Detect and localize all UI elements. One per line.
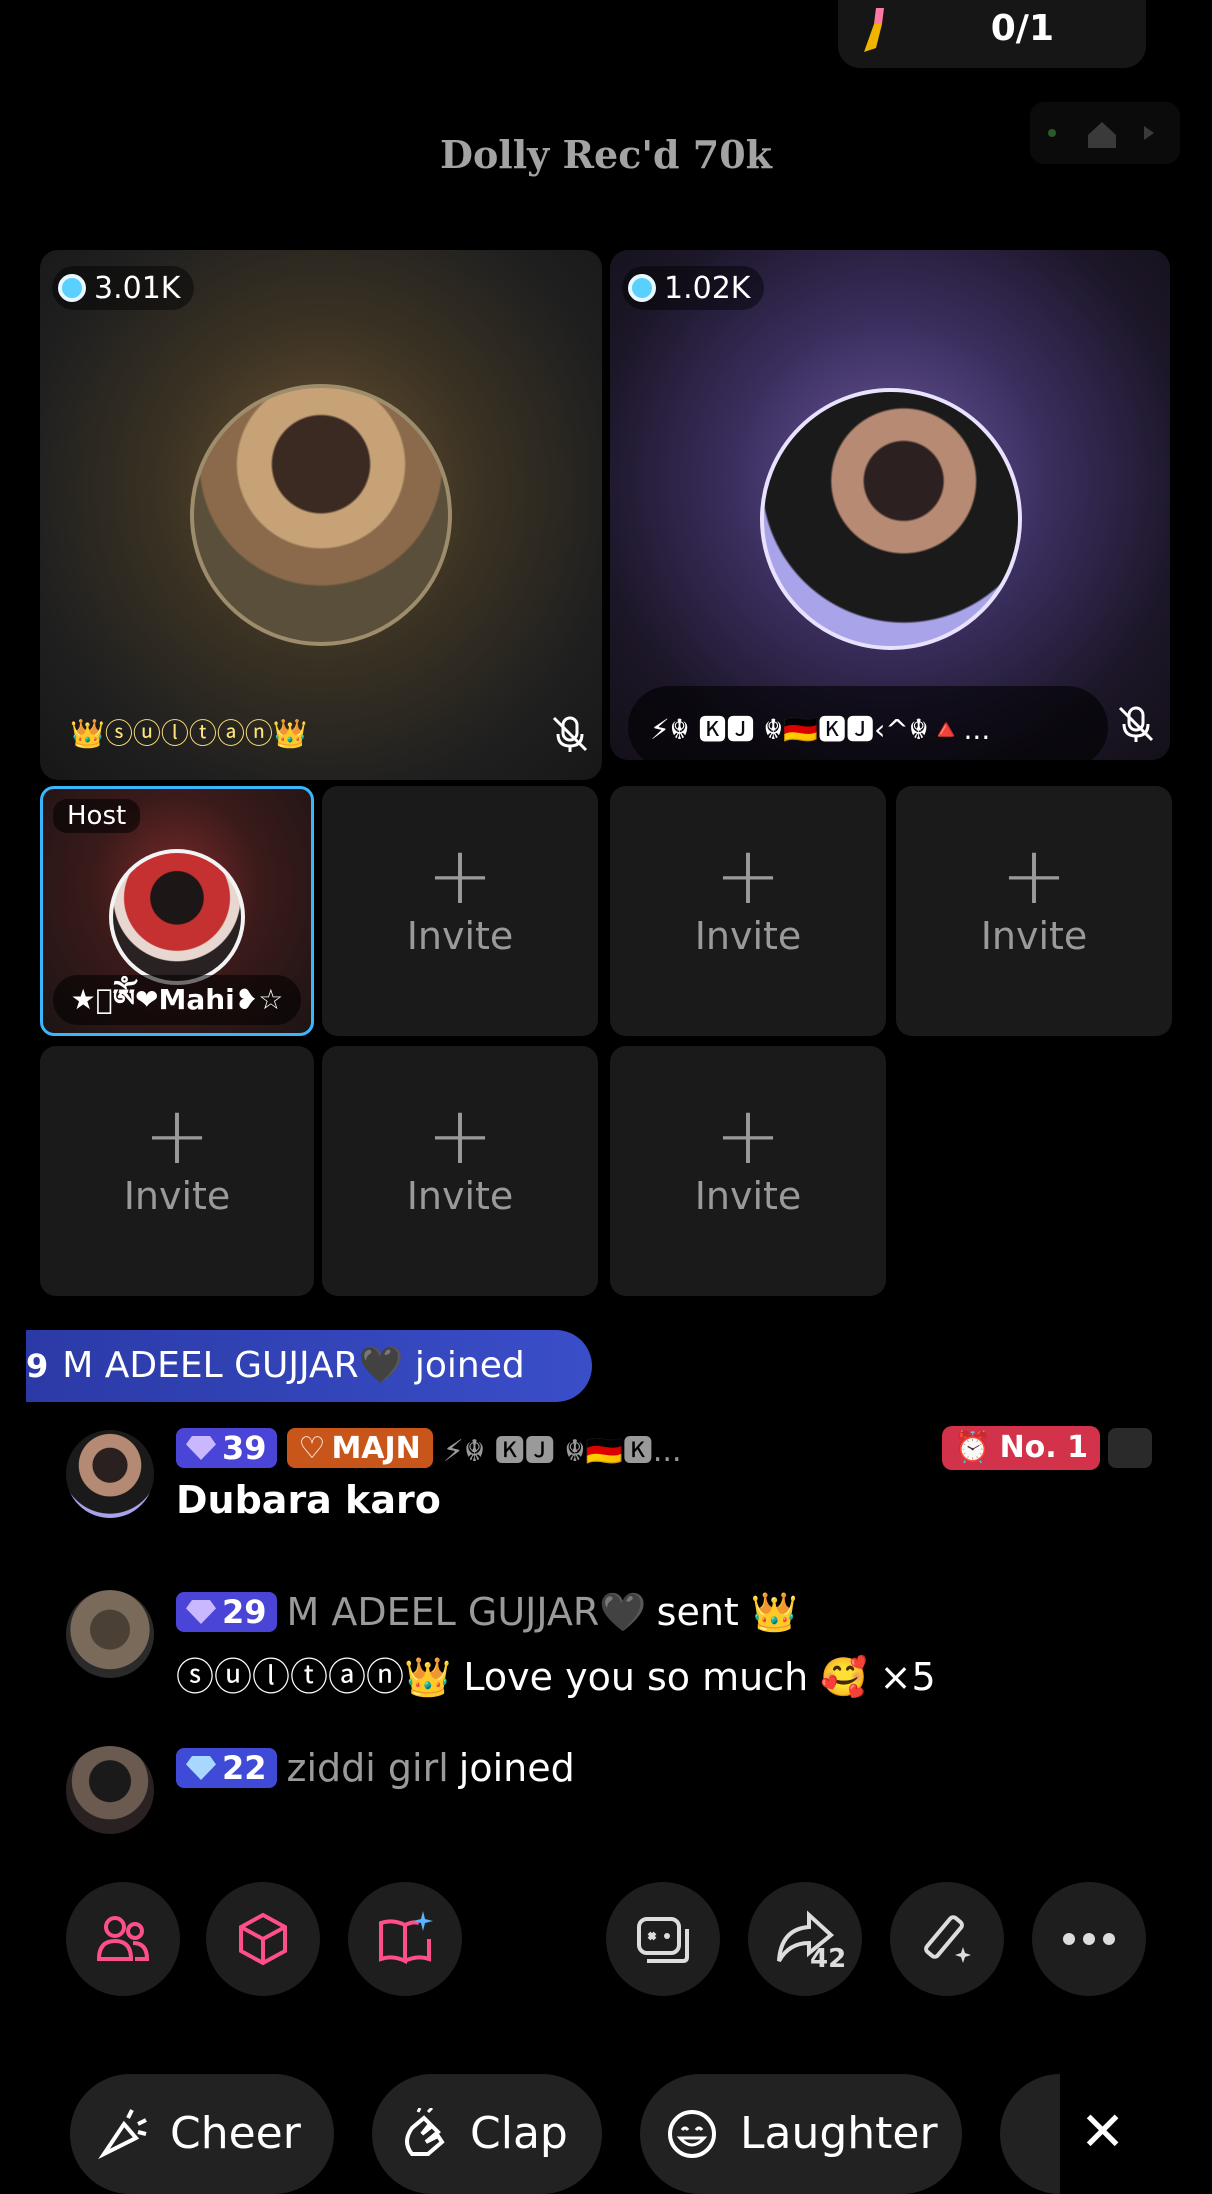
join-level: 9 (26, 1347, 49, 1385)
avatar[interactable] (66, 1590, 154, 1678)
host-tag: Host (53, 799, 141, 833)
share-count: 42 (810, 1944, 847, 1974)
invite-label: Invite (406, 1174, 514, 1218)
more-reactions-button[interactable] (1000, 2074, 1060, 2194)
gift-counter: 0/1 (990, 8, 1054, 49)
gift-pull-icon (864, 8, 884, 52)
coin-badge: 3.01K (52, 266, 195, 310)
chat-user-name[interactable]: ⚡☬ 🅺🅹 ☬🇩🇪🅺... (443, 1426, 682, 1470)
host-seat[interactable]: Host ★ིༀ❤Mahi❥☆ (40, 786, 314, 1036)
avatar[interactable] (66, 1746, 154, 1834)
book-button[interactable] (348, 1882, 462, 1996)
coin-icon (628, 274, 656, 302)
magic-wand-button[interactable] (890, 1882, 1004, 1996)
clap-label: Clap (470, 2108, 568, 2159)
laughter-label: Laughter (740, 2108, 938, 2159)
users-button[interactable] (66, 1882, 180, 1996)
cube-button[interactable] (206, 1882, 320, 1996)
coin-badge: 1.02K (622, 266, 765, 310)
level-value: 22 (222, 1749, 267, 1787)
magic-wand-icon (924, 1915, 971, 1963)
users-icon (96, 1916, 150, 1961)
cheer-label: Cheer (170, 2108, 301, 2159)
chat-user-name[interactable]: ziddi girl (287, 1746, 449, 1790)
gift-progress-pill[interactable]: 0/1 (838, 0, 1146, 68)
clap-icon (405, 2108, 445, 2156)
chat-action: sent 👑 (656, 1590, 799, 1634)
level-badge: 29 (176, 1592, 277, 1632)
chat-message: 29 M ADEEL GUJJAR🖤 sent 👑 ⓢⓤⓛⓣⓐⓝ👑 Love y… (60, 1590, 1180, 1710)
level-badge: 22 (176, 1748, 277, 1788)
avatar[interactable] (760, 388, 1022, 650)
game-controller-icon (637, 1917, 689, 1963)
gem-icon (186, 1756, 216, 1780)
rank-label: No. 1 (999, 1430, 1088, 1465)
level-value: 39 (222, 1429, 267, 1467)
invite-seat[interactable]: + Invite (322, 1046, 598, 1296)
level-badge: 39 (176, 1428, 277, 1468)
close-icon[interactable]: ✕ (1080, 2100, 1125, 2163)
invite-seat[interactable]: + Invite (896, 786, 1172, 1036)
avatar[interactable] (109, 849, 245, 985)
chat-action: joined (458, 1746, 575, 1790)
mic-off-icon (1118, 706, 1154, 742)
more-button[interactable] (1032, 1882, 1146, 1996)
laughter-button[interactable]: Laughter (640, 2074, 962, 2194)
invite-label: Invite (980, 914, 1088, 958)
clap-button[interactable]: Clap (372, 2074, 602, 2194)
follow-user-icon[interactable] (1108, 1428, 1152, 1468)
fan-badge: ♡ MAJN (286, 1428, 433, 1468)
level-value: 29 (222, 1593, 267, 1631)
plus-icon: + (714, 1089, 782, 1182)
coin-icon (58, 274, 86, 302)
coin-count: 3.01K (94, 270, 181, 306)
chat-text: Dubara karo (176, 1478, 441, 1522)
gem-icon (186, 1600, 216, 1624)
plus-icon: + (426, 1089, 494, 1182)
plus-icon: + (426, 829, 494, 922)
invite-label: Invite (694, 1174, 802, 1218)
invite-seat[interactable]: + Invite (610, 786, 886, 1036)
invite-label: Invite (406, 914, 514, 958)
seat-2[interactable]: 1.02K ⚡☬ 🅺🅹 ☬🇩🇪🅺🅹‹^☬🔺... (610, 250, 1170, 760)
fan-badge-label: MAJN (331, 1430, 421, 1466)
avatar[interactable] (66, 1430, 154, 1518)
plus-icon: + (143, 1089, 211, 1182)
chat-text: ⓢⓤⓛⓣⓐⓝ👑 Love you so much 🥰 ×5 (176, 1655, 936, 1699)
invite-label: Invite (694, 914, 802, 958)
seat-user-name: ⚡☬ 🅺🅹 ☬🇩🇪🅺🅹‹^☬🔺... (650, 713, 991, 746)
mic-off-icon (552, 716, 588, 752)
chat-message: 22 ziddi girl joined (60, 1746, 1180, 1842)
avatar[interactable] (190, 384, 452, 646)
host-user-name: ★ིༀ❤Mahi❥☆ (53, 975, 301, 1025)
laughter-icon (668, 2110, 716, 2158)
gem-icon (186, 1436, 216, 1460)
join-banner: 9 M ADEEL GUJJAR🖤 joined (26, 1330, 592, 1402)
seat-user-name: 👑ⓢⓤⓛⓣⓐⓝ👑 (70, 717, 308, 750)
game-button[interactable] (606, 1882, 720, 1996)
share-button[interactable]: 42 (748, 1882, 862, 1996)
invite-seat[interactable]: + Invite (40, 1046, 314, 1296)
plus-icon: + (714, 829, 782, 922)
book-sparkle-icon (379, 1911, 433, 1965)
seat-1[interactable]: 3.01K 👑ⓢⓤⓛⓣⓐⓝ👑 (40, 250, 602, 780)
rank-badge: ⏰ No. 1 (942, 1426, 1100, 1470)
plus-icon: + (1000, 829, 1068, 922)
cheer-button[interactable]: Cheer (70, 2074, 334, 2194)
cheer-icon (98, 2109, 147, 2160)
coin-count: 1.02K (664, 270, 751, 306)
chat-message: 39 ♡ MAJN ⚡☬ 🅺🅹 ☬🇩🇪🅺... Dubara karo ⏰ No… (60, 1426, 1180, 1546)
invite-seat[interactable]: + Invite (322, 786, 598, 1036)
cube-icon (239, 1912, 287, 1966)
invite-label: Invite (123, 1174, 231, 1218)
invite-seat[interactable]: + Invite (610, 1046, 886, 1296)
gift-received-banner: Dolly Rec'd 70k (439, 132, 773, 177)
more-icon (1063, 1933, 1115, 1945)
chat-user-name[interactable]: M ADEEL GUJJAR🖤 (287, 1590, 647, 1634)
join-text: M ADEEL GUJJAR🖤 joined (62, 1345, 525, 1386)
